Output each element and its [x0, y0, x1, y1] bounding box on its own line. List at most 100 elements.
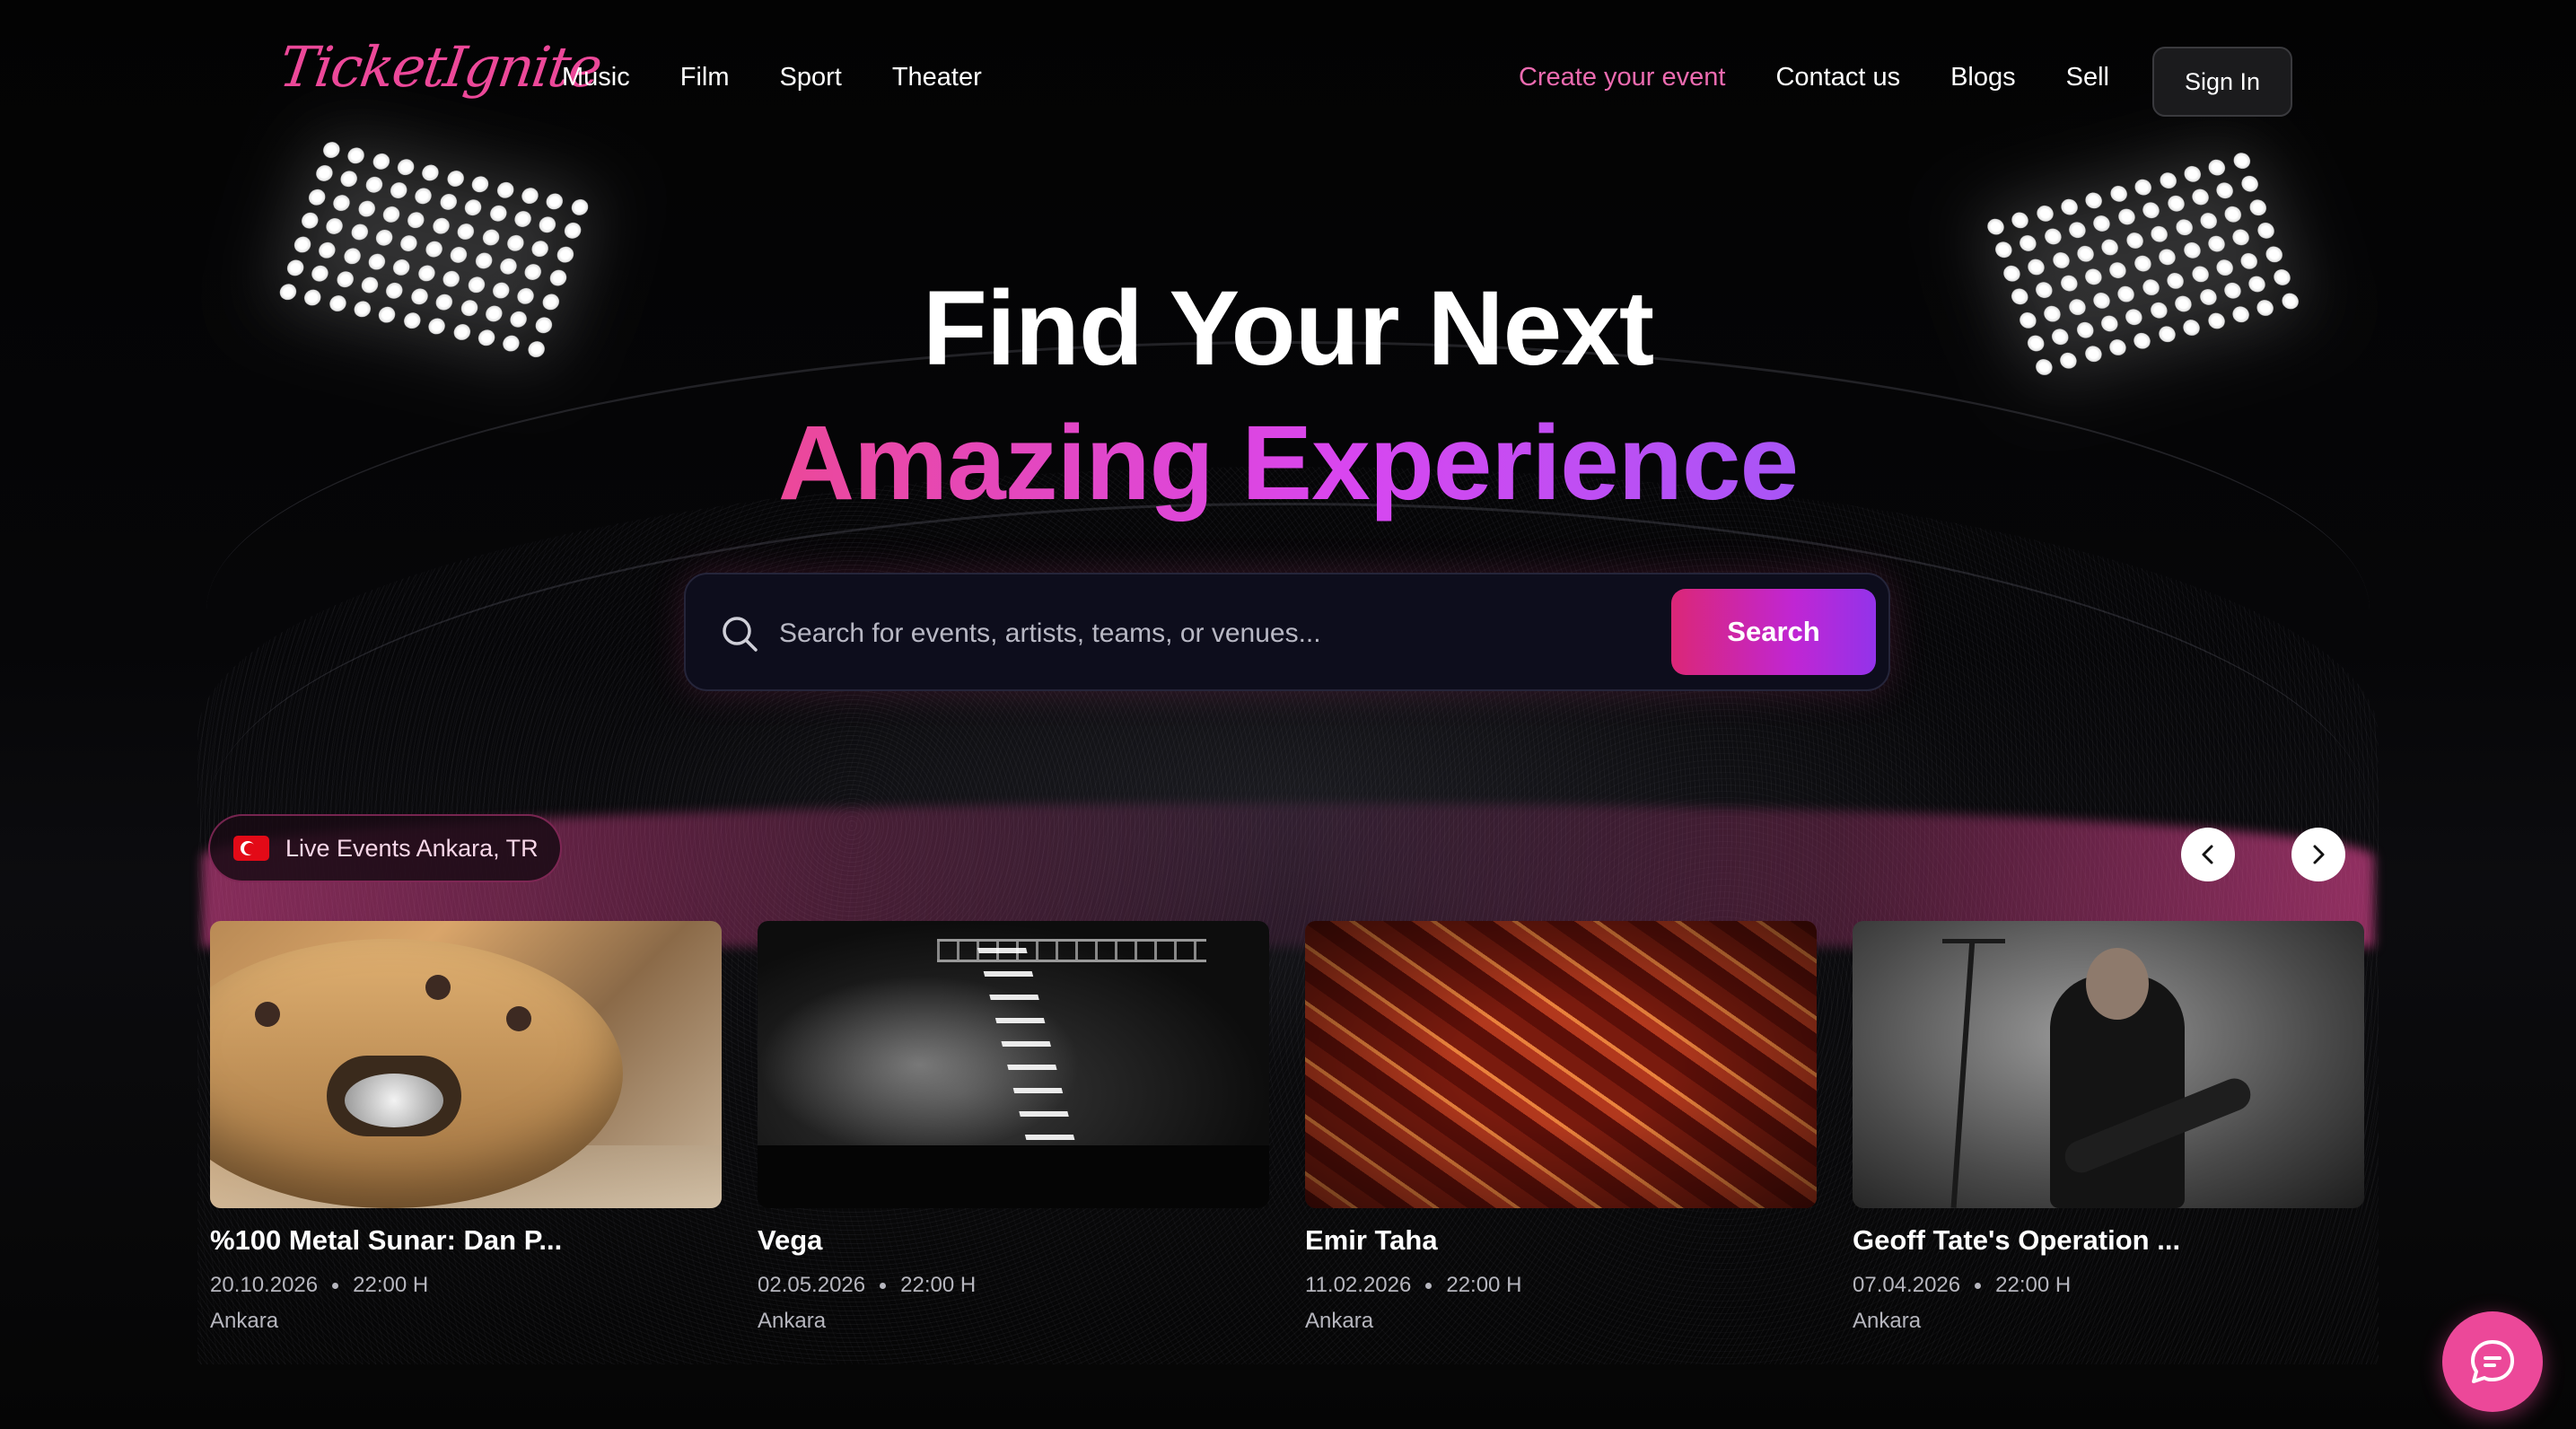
floodlight-lamp — [313, 163, 335, 184]
floodlight-lamp — [2124, 231, 2146, 250]
floodlight-lamp — [349, 223, 370, 242]
event-datetime: 02.05.2026 22:00 H — [758, 1273, 976, 1298]
chat-button[interactable] — [2442, 1311, 2543, 1412]
nav-blogs[interactable]: Blogs — [1950, 63, 2016, 92]
event-date: 11.02.2026 — [1305, 1273, 1412, 1297]
separator-dot — [880, 1282, 887, 1289]
hero-title: Find Your Next — [922, 269, 1654, 388]
event-card[interactable]: Geoff Tate's Operation ... 07.04.2026 22… — [1853, 921, 2364, 1352]
event-card[interactable]: Emir Taha 11.02.2026 22:00 H Ankara — [1305, 921, 1817, 1352]
floodlight-lamp — [399, 233, 420, 254]
floodlight-lamp — [292, 234, 313, 254]
floodlight-lamp — [519, 186, 540, 206]
nav-film[interactable]: Film — [680, 63, 730, 92]
floodlight-lamp — [406, 210, 427, 230]
separator-dot — [1425, 1282, 1433, 1289]
floodlight-lamp — [438, 192, 459, 212]
floodlight-lamp — [2247, 197, 2268, 218]
search-button[interactable]: Search — [1671, 589, 1876, 675]
event-image — [1305, 921, 1817, 1208]
floodlight-lamp — [469, 174, 491, 195]
search-input[interactable] — [779, 600, 1425, 668]
image-detail — [506, 1006, 531, 1031]
nav-contact-us[interactable]: Contact us — [1775, 63, 1900, 92]
floodlight-lamp — [2255, 221, 2276, 241]
floodlight-lamp — [562, 221, 583, 241]
event-datetime: 20.10.2026 22:00 H — [210, 1273, 428, 1298]
main-nav: Music Film Sport Theater — [562, 63, 982, 92]
floodlight-lamp — [2066, 220, 2089, 241]
floodlight-lamp — [555, 244, 575, 265]
image-detail — [2086, 948, 2149, 1020]
event-city: Ankara — [1305, 1309, 1374, 1333]
floodlight-lamp — [2239, 174, 2261, 195]
carousel-next-button[interactable] — [2291, 828, 2345, 881]
floodlight-lamp — [462, 197, 484, 218]
logo[interactable]: TicketIgnite — [276, 34, 605, 100]
event-card[interactable]: %100 Metal Sunar: Dan P... 20.10.2026 22… — [210, 921, 722, 1352]
floodlight-lamp — [2205, 234, 2228, 254]
floodlight-lamp — [2263, 244, 2284, 265]
floodlight-lamp — [431, 215, 451, 236]
separator-dot — [332, 1282, 339, 1289]
event-city: Ankara — [758, 1309, 827, 1333]
floodlight-lamp — [413, 187, 434, 206]
event-time: 22:00 H — [1995, 1273, 2072, 1297]
floodlight-lamp — [2157, 247, 2178, 267]
floodlight-lamp — [1993, 240, 2015, 260]
chat-icon — [2471, 1340, 2514, 1383]
floodlight-lamp — [2149, 224, 2170, 244]
image-detail — [1305, 921, 1817, 1208]
floodlight-lamp — [495, 180, 516, 200]
floodlight-lamp — [420, 162, 442, 183]
event-title: Vega — [758, 1224, 823, 1256]
nav-sport[interactable]: Sport — [780, 63, 842, 92]
floodlight-lamp — [364, 175, 384, 195]
event-datetime: 11.02.2026 22:00 H — [1305, 1273, 1521, 1298]
top-navigation: TicketIgnite Music Film Sport Theater Cr… — [0, 0, 2576, 166]
event-title: Emir Taha — [1305, 1224, 1438, 1256]
event-title: %100 Metal Sunar: Dan P... — [210, 1224, 563, 1256]
floodlight-lamp — [455, 222, 477, 241]
event-time: 22:00 H — [1446, 1273, 1522, 1297]
carousel-prev-button[interactable] — [2181, 828, 2235, 881]
floodlight-lamp — [331, 193, 353, 213]
floodlight-lamp — [2083, 190, 2105, 211]
floodlight-lamp — [2189, 188, 2212, 207]
event-image — [1853, 921, 2364, 1208]
live-events-label: Live Events Ankara, TR — [285, 834, 539, 862]
floodlight-lamp — [445, 169, 466, 188]
floodlight-lamp — [2099, 237, 2121, 258]
floodlight-lamp — [569, 197, 591, 217]
nav-music[interactable]: Music — [562, 63, 630, 92]
floodlight-lamp — [512, 209, 533, 230]
event-image — [210, 921, 722, 1208]
sign-in-button[interactable]: Sign In — [2152, 47, 2292, 117]
floodlight-lamp — [338, 170, 360, 189]
floodlight-lamp — [2141, 200, 2162, 221]
floodlight-lamp — [504, 233, 526, 253]
nav-theater[interactable]: Theater — [892, 63, 982, 92]
image-detail — [425, 975, 451, 1000]
event-datetime: 07.04.2026 22:00 H — [1853, 1273, 2071, 1298]
floodlight-lamp — [2230, 227, 2252, 248]
floodlight-lamp — [2091, 214, 2113, 234]
event-card[interactable]: Vega 02.05.2026 22:00 H Ankara — [758, 921, 1269, 1352]
floodlight-lamp — [317, 240, 338, 260]
event-date: 07.04.2026 — [1853, 1273, 1961, 1297]
floodlight-lamp — [2182, 164, 2204, 184]
floodlight-lamp — [2133, 177, 2154, 197]
floodlight-lamp — [537, 215, 558, 235]
search-bar: Search — [684, 573, 1890, 691]
nav-create-event[interactable]: Create your event — [1519, 63, 1726, 92]
floodlight-lamp — [544, 191, 565, 212]
floodlight-lamp — [2074, 243, 2097, 264]
chevron-right-icon — [2313, 845, 2325, 864]
live-events-location[interactable]: Live Events Ankara, TR — [208, 814, 562, 882]
floodlight-lamp — [388, 180, 409, 201]
hero-subtitle: Amazing Experience — [0, 402, 2576, 524]
nav-sell[interactable]: Sell — [2066, 63, 2109, 92]
floodlight-lamp — [2059, 197, 2081, 217]
search-icon — [723, 617, 758, 652]
floodlight-lamp — [2173, 217, 2195, 238]
